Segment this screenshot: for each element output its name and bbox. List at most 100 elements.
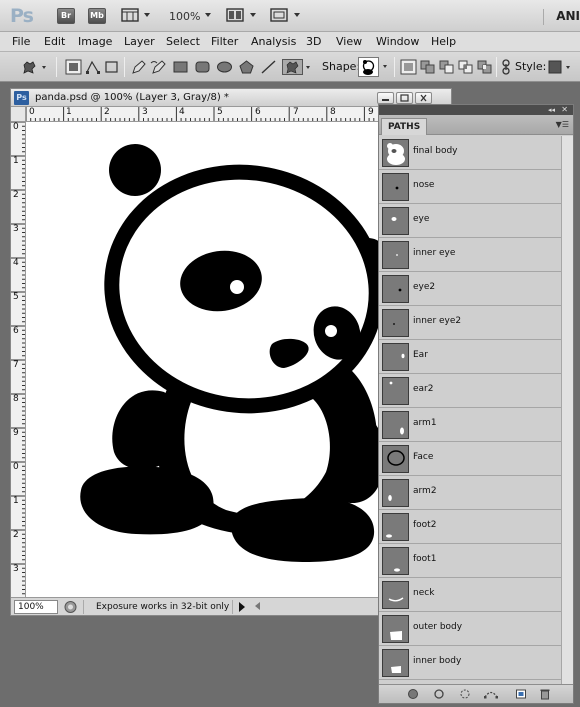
- rectangle-tool-button[interactable]: [172, 59, 189, 75]
- paths-mode-button[interactable]: [84, 59, 101, 75]
- ruler-number: 6: [13, 326, 19, 336]
- path-item-arm1[interactable]: arm1: [379, 408, 561, 442]
- path-item-ear2[interactable]: ear2: [379, 374, 561, 408]
- close-button[interactable]: [415, 92, 432, 104]
- menu-image[interactable]: Image: [78, 35, 112, 48]
- menu-help[interactable]: Help: [431, 35, 456, 48]
- fill-pixels-button[interactable]: [103, 59, 120, 75]
- arrange-documents-button[interactable]: [226, 8, 258, 24]
- path-item-foot1[interactable]: foot1: [379, 544, 561, 578]
- menu-file[interactable]: File: [12, 35, 30, 48]
- menu-window[interactable]: Window: [376, 35, 419, 48]
- freeform-pen-button[interactable]: [150, 59, 167, 75]
- path-item-nose[interactable]: nose: [379, 170, 561, 204]
- view-extras-button[interactable]: [121, 8, 150, 24]
- path-item-final-body[interactable]: final body: [379, 136, 561, 170]
- path-name: Ear: [413, 350, 428, 360]
- path-name: arm2: [413, 486, 437, 496]
- make-work-path-icon[interactable]: [483, 688, 499, 700]
- custom-shape-tool-icon: [23, 61, 46, 74]
- ruler-number: 9: [368, 107, 374, 117]
- shape-picker[interactable]: [358, 57, 390, 77]
- minimize-button[interactable]: [377, 92, 394, 104]
- path-thumbnail: [382, 207, 409, 235]
- new-path-icon[interactable]: [515, 688, 527, 700]
- add-to-shape-area-button[interactable]: [419, 59, 436, 75]
- close-icon[interactable]: ✕: [561, 105, 568, 114]
- vertical-ruler[interactable]: 0 1 2 3 4 5 6 7 8 9 0 1 2 3: [11, 122, 26, 597]
- close-icon: [420, 94, 427, 102]
- path-thumbnail: [382, 479, 409, 507]
- stroke-path-icon[interactable]: [433, 688, 445, 700]
- eye-shine-left: [230, 280, 244, 294]
- inner-body-thumbnail-icon: [391, 666, 401, 673]
- ruler-number: 3: [13, 224, 19, 234]
- ruler-number: 2: [104, 107, 110, 117]
- trash-icon[interactable]: [539, 688, 551, 700]
- path-item-ear[interactable]: Ear: [379, 340, 561, 374]
- ruler-origin[interactable]: [11, 107, 26, 122]
- panda-thumbnail-icon: [387, 143, 405, 165]
- screen-mode-button[interactable]: [270, 8, 302, 24]
- path-item-inner-eye2[interactable]: inner eye2: [379, 306, 561, 340]
- menu-analysis[interactable]: Analysis: [251, 35, 296, 48]
- new-shape-layer-mode-button[interactable]: [400, 59, 417, 75]
- path-name: eye2: [413, 282, 436, 292]
- maximize-button[interactable]: [396, 92, 413, 104]
- menu-select[interactable]: Select: [166, 35, 200, 48]
- line-tool-button[interactable]: [260, 59, 277, 75]
- zoom-field[interactable]: 100%: [14, 600, 58, 614]
- scroll-left-icon[interactable]: [255, 602, 260, 610]
- exclude-overlapping-shape-areas-button[interactable]: [476, 59, 493, 75]
- pen-tool-button[interactable]: [130, 59, 147, 75]
- path-item-eye[interactable]: eye: [379, 204, 561, 238]
- custom-shape-tool-button[interactable]: [282, 59, 312, 75]
- path-item-arm2[interactable]: arm2: [379, 476, 561, 510]
- workspace-switcher[interactable]: ANI: [543, 9, 580, 25]
- panel-scrollbar[interactable]: [561, 136, 573, 684]
- menu-3d[interactable]: 3D: [306, 35, 321, 48]
- menu-edit[interactable]: Edit: [44, 35, 65, 48]
- panel-menu-icon[interactable]: ▼☰: [556, 120, 569, 129]
- neck-thumbnail-icon: [388, 597, 404, 602]
- collapse-icon[interactable]: ◂◂: [548, 106, 555, 114]
- path-item-inner-body[interactable]: inner body: [379, 646, 561, 680]
- subtract-shape-area-button[interactable]: [438, 59, 455, 75]
- status-arrow-icon[interactable]: [239, 602, 245, 612]
- fill-pixels-icon: [105, 61, 118, 73]
- zoom-level-dropdown[interactable]: 100%: [168, 0, 218, 32]
- shape-layers-button[interactable]: [65, 59, 82, 75]
- tab-paths[interactable]: PATHS: [381, 118, 428, 135]
- status-menu-button[interactable]: [63, 600, 78, 614]
- menu-filter[interactable]: Filter: [211, 35, 238, 48]
- tool-preset-picker[interactable]: [20, 59, 48, 75]
- path-item-eye2[interactable]: eye2: [379, 272, 561, 306]
- chevron-down-icon: [144, 13, 150, 17]
- path-item-foot2[interactable]: foot2: [379, 510, 561, 544]
- load-path-as-selection-icon[interactable]: [459, 688, 471, 700]
- launch-mini-bridge-button[interactable]: Mb: [88, 8, 106, 24]
- ruler-number: 9: [13, 428, 19, 438]
- menu-layer[interactable]: Layer: [124, 35, 155, 48]
- intersect-shape-areas-button[interactable]: [457, 59, 474, 75]
- menu-view[interactable]: View: [336, 35, 362, 48]
- path-item-inner-eye[interactable]: inner eye: [379, 238, 561, 272]
- path-item-face[interactable]: Face: [379, 442, 561, 476]
- path-item-neck[interactable]: neck: [379, 578, 561, 612]
- rounded-rectangle-tool-button[interactable]: [194, 59, 211, 75]
- polygon-tool-button[interactable]: [238, 59, 255, 75]
- link-style-button[interactable]: [500, 59, 512, 75]
- subtract-shape-area-icon: [439, 60, 454, 74]
- panel-header-strip[interactable]: ◂◂ ✕: [379, 105, 573, 115]
- fill-path-icon[interactable]: [407, 688, 419, 700]
- face-thumbnail-icon: [387, 450, 405, 466]
- launch-bridge-button[interactable]: Br: [57, 8, 75, 24]
- separator: [124, 57, 125, 77]
- inner-eye-thumbnail-icon: [396, 254, 398, 256]
- path-name: foot2: [413, 520, 437, 530]
- new-shape-layer-icon: [400, 59, 417, 75]
- path-item-outer-body[interactable]: outer body: [379, 612, 561, 646]
- chevron-down-icon: [205, 13, 211, 17]
- ellipse-tool-button[interactable]: [216, 59, 233, 75]
- style-picker[interactable]: [548, 59, 576, 75]
